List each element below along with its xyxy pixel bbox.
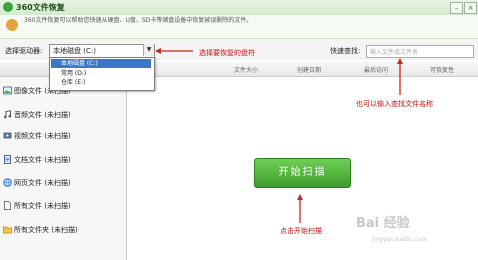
webpage-icon xyxy=(3,178,12,187)
drive-option[interactable]: 仓库 (E:) xyxy=(51,78,151,87)
column-header[interactable]: 可恢复性 xyxy=(430,65,454,74)
image-icon xyxy=(3,86,12,95)
drive-option[interactable]: 本地磁盘 (C:) xyxy=(51,59,151,68)
chevron-down-icon[interactable]: ▼ xyxy=(143,44,154,56)
left-arrow-icon xyxy=(155,48,193,54)
sidebar-item-all-folders[interactable]: 所有文件夹 (未扫描) xyxy=(14,223,78,237)
up-arrow-icon xyxy=(397,58,403,95)
column-header[interactable]: 文件大小 xyxy=(234,65,258,74)
file-icon xyxy=(4,201,11,210)
info-icon xyxy=(6,19,18,31)
start-scan-button[interactable]: 开始扫描 xyxy=(254,158,351,188)
sidebar-item-video[interactable]: 视频文件 (未扫描) xyxy=(14,129,71,143)
drive-option[interactable]: 常用 (D:) xyxy=(51,69,151,78)
music-icon xyxy=(4,110,12,119)
search-placeholder: 输入文件或文件名 xyxy=(370,49,419,56)
watermark: Bai 经验 xyxy=(356,216,410,231)
sidebar-item-document[interactable]: 文档文件 (未扫描) xyxy=(14,153,71,167)
folder-icon xyxy=(3,226,12,234)
app-logo-icon xyxy=(3,2,13,12)
minimize-button[interactable]: – xyxy=(450,2,463,14)
up-arrow-icon xyxy=(297,194,303,223)
sidebar-item-all-files[interactable]: 所有文件 (未扫描) xyxy=(14,199,71,213)
search-label: 快速查找: xyxy=(330,47,361,55)
close-button[interactable]: × xyxy=(464,2,477,14)
document-icon xyxy=(4,155,11,164)
video-icon xyxy=(3,132,12,139)
sidebar-item-webpage[interactable]: 网页文件 (未扫描) xyxy=(14,176,71,190)
column-header[interactable]: 创建日期 xyxy=(297,65,321,74)
annotation-search-hint: 也可以输入查找文件名称 xyxy=(356,100,433,108)
annotation-choose-drive: 选择要恢复的盘符 xyxy=(199,49,255,57)
title-bar xyxy=(0,0,478,15)
annotation-scan-hint: 点击开始扫描 xyxy=(280,227,322,235)
info-text: 360文件恢复可以帮助您快速从硬盘、U盘、SD卡等储盘设备中恢复被误删除的文件。 xyxy=(24,17,253,24)
watermark-subtext: jingyan.baidu.com xyxy=(372,236,428,243)
drive-selected-value: 本地磁盘 (C:) xyxy=(53,47,96,55)
window-title: 360文件恢复 xyxy=(16,3,65,12)
column-header[interactable]: 最后访问 xyxy=(364,65,388,74)
drive-label: 选择驱动器: xyxy=(5,47,43,55)
sidebar-item-audio[interactable]: 音频文件 (未扫描) xyxy=(14,108,71,122)
